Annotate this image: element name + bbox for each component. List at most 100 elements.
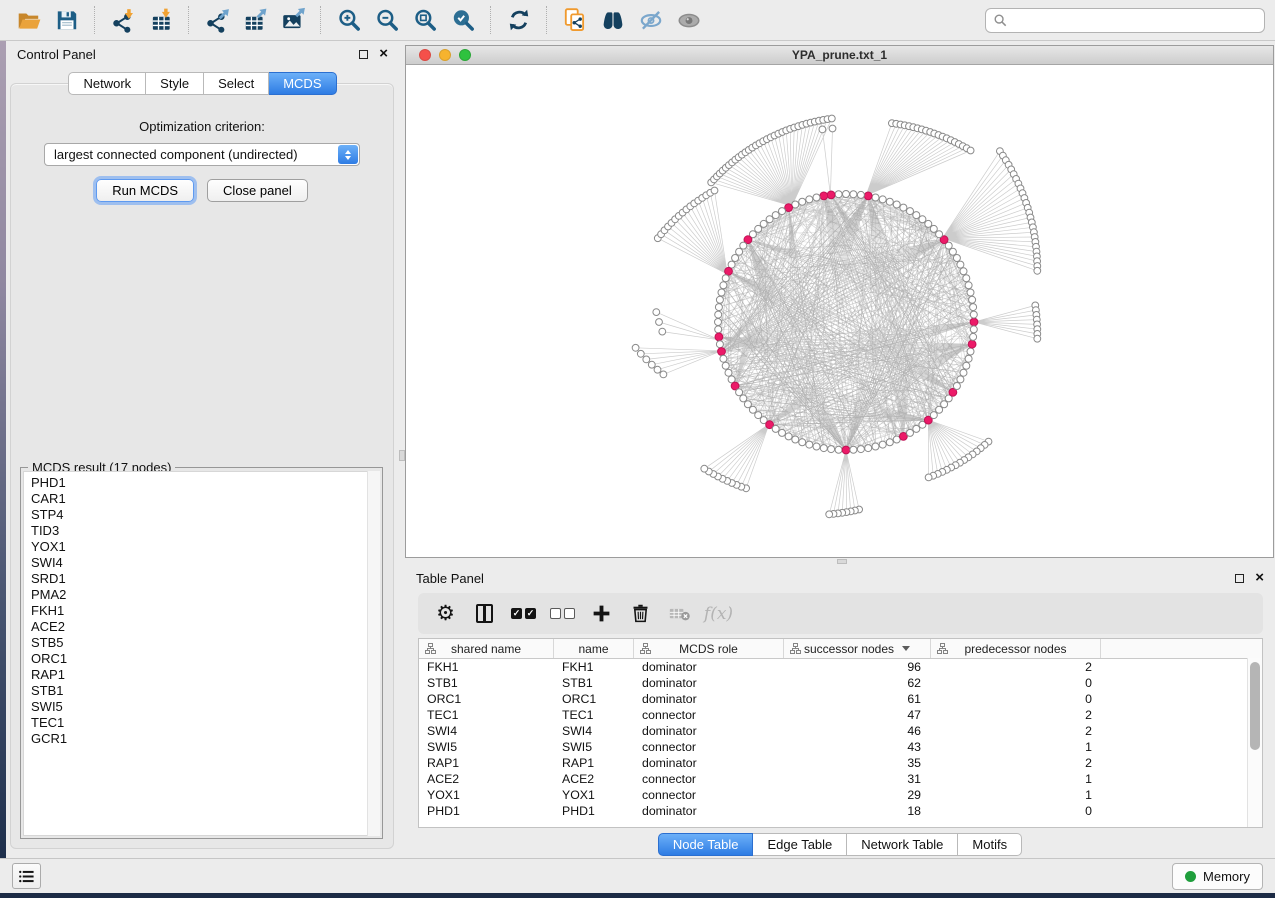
mcds-result-item[interactable]: ACE2 xyxy=(31,619,379,635)
network-window-titlebar[interactable]: YPA_prune.txt_1 xyxy=(406,46,1273,65)
open-button[interactable] xyxy=(10,4,48,36)
table-cell[interactable]: ACE2 xyxy=(554,772,634,786)
zoom-selected-button[interactable] xyxy=(444,4,482,36)
table-cell[interactable]: 29 xyxy=(784,788,931,802)
mcds-result-item[interactable]: TEC1 xyxy=(31,715,379,731)
table-cell[interactable]: 62 xyxy=(784,676,931,690)
mcds-result-item[interactable]: TID3 xyxy=(31,523,379,539)
mcds-result-item[interactable]: YOX1 xyxy=(31,539,379,555)
close-window-icon[interactable] xyxy=(419,49,431,61)
table-cell[interactable]: connector xyxy=(634,772,784,786)
table-cell[interactable]: TEC1 xyxy=(419,708,554,722)
table-row[interactable]: TEC1TEC1connector472 xyxy=(419,707,1262,723)
column-header-mcds-role[interactable]: MCDS role xyxy=(634,639,784,658)
table-cell[interactable]: FKH1 xyxy=(419,660,554,674)
add-button[interactable] xyxy=(582,593,621,634)
table-cell[interactable]: 47 xyxy=(784,708,931,722)
mcds-result-item[interactable]: STB1 xyxy=(31,683,379,699)
mcds-result-item[interactable]: FKH1 xyxy=(31,603,379,619)
close-panel-icon[interactable]: × xyxy=(1255,573,1264,583)
table-cell[interactable]: 1 xyxy=(931,788,1101,802)
table-row[interactable]: ACE2ACE2connector311 xyxy=(419,771,1262,787)
table-cell[interactable]: ACE2 xyxy=(419,772,554,786)
table-row[interactable]: SWI4SWI4dominator462 xyxy=(419,723,1262,739)
run-mcds-button[interactable]: Run MCDS xyxy=(96,179,194,202)
table-cell[interactable]: dominator xyxy=(634,804,784,818)
mcds-result-item[interactable]: SWI5 xyxy=(31,699,379,715)
table-cell[interactable]: dominator xyxy=(634,692,784,706)
table-cell[interactable]: connector xyxy=(634,788,784,802)
mcds-result-item[interactable]: SWI4 xyxy=(31,555,379,571)
tab-motifs[interactable]: Motifs xyxy=(958,833,1022,856)
delete-table-button[interactable] xyxy=(660,593,699,634)
tab-select[interactable]: Select xyxy=(204,72,269,95)
scrollbar-thumb[interactable] xyxy=(1250,662,1260,750)
table-cell[interactable]: SWI5 xyxy=(554,740,634,754)
table-row[interactable]: STB1STB1dominator620 xyxy=(419,675,1262,691)
table-cell[interactable]: 96 xyxy=(784,660,931,674)
zoom-fit-button[interactable] xyxy=(406,4,444,36)
column-header-name[interactable]: name xyxy=(554,639,634,658)
table-cell[interactable]: connector xyxy=(634,708,784,722)
table-cell[interactable]: ORC1 xyxy=(419,692,554,706)
table-cell[interactable]: dominator xyxy=(634,724,784,738)
minimize-window-icon[interactable] xyxy=(439,49,451,61)
table-row[interactable]: ORC1ORC1dominator610 xyxy=(419,691,1262,707)
function-builder-button[interactable]: f(x) xyxy=(699,593,738,634)
zoom-in-button[interactable] xyxy=(330,4,368,36)
mcds-result-item[interactable]: PMA2 xyxy=(31,587,379,603)
zoom-out-button[interactable] xyxy=(368,4,406,36)
table-cell[interactable]: YOX1 xyxy=(419,788,554,802)
table-cell[interactable]: dominator xyxy=(634,756,784,770)
maximize-window-icon[interactable] xyxy=(459,49,471,61)
network-canvas[interactable] xyxy=(406,64,1273,557)
eye-button[interactable] xyxy=(670,4,708,36)
table-cell[interactable]: 61 xyxy=(784,692,931,706)
binoculars-button[interactable] xyxy=(594,4,632,36)
table-cell[interactable]: 0 xyxy=(931,676,1101,690)
tab-mcds[interactable]: MCDS xyxy=(269,72,336,95)
import-table-button[interactable] xyxy=(142,4,180,36)
column-header-successor-nodes[interactable]: successor nodes xyxy=(784,639,931,658)
table-cell[interactable]: 2 xyxy=(931,660,1101,674)
table-cell[interactable]: STB1 xyxy=(419,676,554,690)
table-cell[interactable]: 0 xyxy=(931,804,1101,818)
table-cell[interactable]: 1 xyxy=(931,772,1101,786)
export-network-button[interactable] xyxy=(198,4,236,36)
table-cell[interactable]: 35 xyxy=(784,756,931,770)
import-network-button[interactable] xyxy=(104,4,142,36)
tab-network[interactable]: Network xyxy=(68,72,146,95)
table-cell[interactable]: RAP1 xyxy=(419,756,554,770)
eye-slash-button[interactable] xyxy=(632,4,670,36)
table-row[interactable]: SWI5SWI5connector431 xyxy=(419,739,1262,755)
split-column-button[interactable] xyxy=(465,593,504,634)
column-header-shared-name[interactable]: shared name xyxy=(419,639,554,658)
column-header-predecessor-nodes[interactable]: predecessor nodes xyxy=(931,639,1101,658)
select-all-button[interactable]: ✓✓ xyxy=(504,593,543,634)
table-cell[interactable]: SWI5 xyxy=(419,740,554,754)
float-panel-icon[interactable] xyxy=(359,50,368,59)
mcds-list-scrollbar[interactable] xyxy=(367,471,380,836)
table-cell[interactable]: TEC1 xyxy=(554,708,634,722)
tab-network-table[interactable]: Network Table xyxy=(847,833,958,856)
horizontal-splitter[interactable] xyxy=(405,558,1275,565)
close-panel-icon[interactable]: × xyxy=(379,49,388,59)
export-image-button[interactable] xyxy=(274,4,312,36)
refresh-button[interactable] xyxy=(500,4,538,36)
tab-edge-table[interactable]: Edge Table xyxy=(753,833,847,856)
mcds-result-item[interactable]: RAP1 xyxy=(31,667,379,683)
deselect-all-button[interactable] xyxy=(543,593,582,634)
tab-node-table[interactable]: Node Table xyxy=(658,833,754,856)
tab-style[interactable]: Style xyxy=(146,72,204,95)
mcds-result-item[interactable]: PHD1 xyxy=(31,475,379,491)
table-cell[interactable]: SWI4 xyxy=(554,724,634,738)
table-cell[interactable]: 2 xyxy=(931,756,1101,770)
close-panel-button[interactable]: Close panel xyxy=(207,179,308,202)
table-cell[interactable]: FKH1 xyxy=(554,660,634,674)
save-button[interactable] xyxy=(48,4,86,36)
table-cell[interactable]: STB1 xyxy=(554,676,634,690)
optimization-select[interactable]: largest connected component (undirected) xyxy=(44,143,360,166)
search-box[interactable] xyxy=(985,8,1265,33)
table-cell[interactable]: YOX1 xyxy=(554,788,634,802)
table-row[interactable]: YOX1YOX1connector291 xyxy=(419,787,1262,803)
